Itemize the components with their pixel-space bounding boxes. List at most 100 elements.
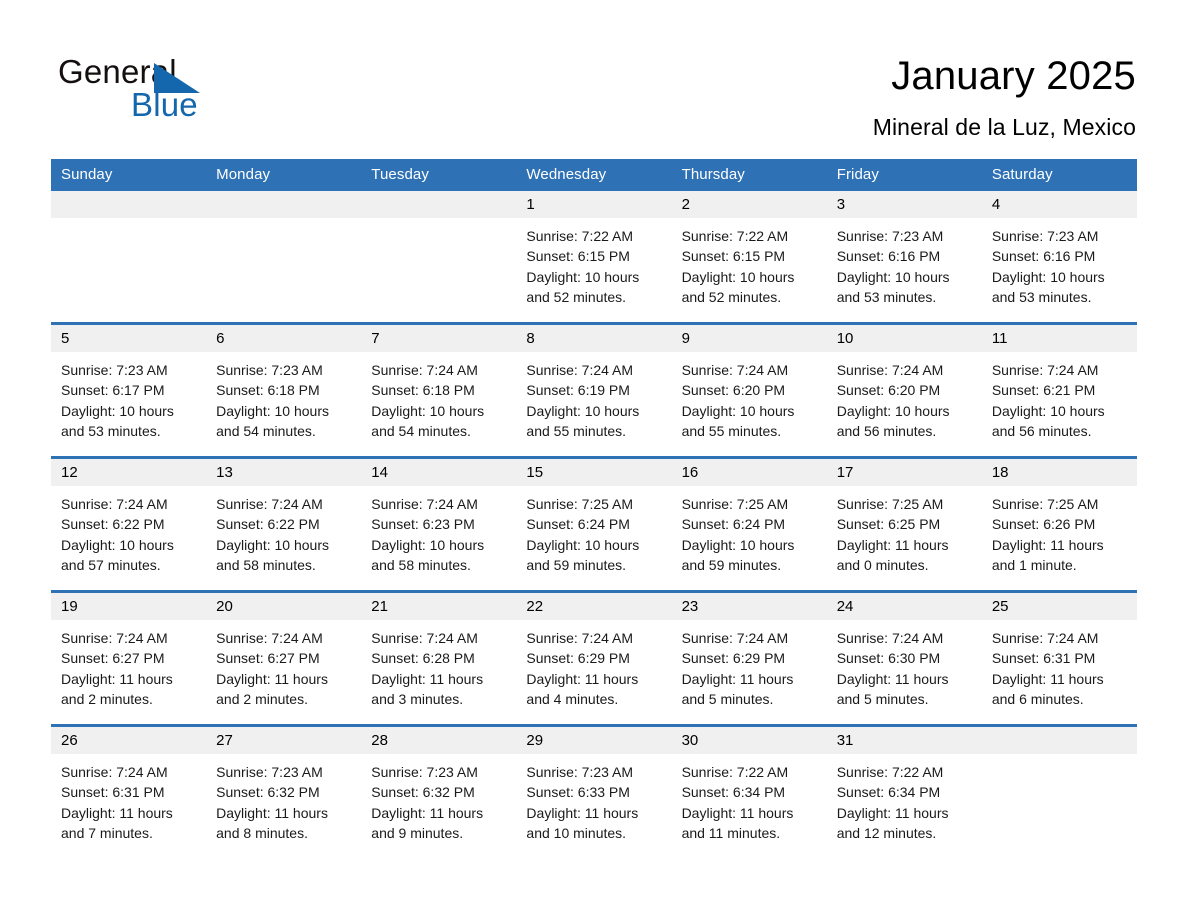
day-cell[interactable]: 3 Sunrise: 7:23 AM Sunset: 6:16 PM Dayli… (826, 191, 982, 324)
sunset-text: Sunset: 6:22 PM (216, 516, 320, 533)
daylight-text-line1: Daylight: 10 hours (216, 402, 329, 419)
sunset-text: Sunset: 6:25 PM (836, 516, 941, 533)
daylight-text-line2: and 12 minutes. (836, 825, 937, 842)
day-cell[interactable] (206, 191, 362, 324)
day-cell[interactable]: 26 Sunrise: 7:24 AM Sunset: 6:31 PM Dayl… (51, 724, 207, 858)
day-number: 8 (516, 325, 672, 352)
title-block: January 2025 Mineral de la Luz, Mexico (873, 50, 1136, 144)
day-cell[interactable] (361, 191, 517, 324)
sunrise-text: Sunrise: 7:24 AM (681, 362, 789, 378)
sunrise-text: Sunrise: 7:23 AM (216, 362, 323, 378)
day-cell[interactable]: 11 Sunrise: 7:24 AM Sunset: 6:21 PM Dayl… (981, 322, 1137, 458)
day-cell[interactable]: 5 Sunrise: 7:23 AM Sunset: 6:17 PM Dayli… (51, 322, 207, 458)
day-cell[interactable]: 28 Sunrise: 7:23 AM Sunset: 6:32 PM Dayl… (361, 724, 517, 858)
day-details: Sunrise: 7:22 AM Sunset: 6:34 PM Dayligh… (672, 754, 827, 844)
sunrise-text: Sunrise: 7:23 AM (991, 228, 1099, 244)
day-details: Sunrise: 7:24 AM Sunset: 6:27 PM Dayligh… (51, 620, 206, 710)
sunset-text: Sunset: 6:28 PM (371, 650, 475, 667)
daylight-text-line2: and 54 minutes. (371, 423, 471, 440)
day-cell[interactable]: 7 Sunrise: 7:24 AM Sunset: 6:18 PM Dayli… (361, 322, 517, 458)
day-cell[interactable]: 21 Sunrise: 7:24 AM Sunset: 6:28 PM Dayl… (361, 590, 517, 726)
daylight-text-line1: Daylight: 11 hours (216, 670, 328, 687)
daylight-text-line2: and 55 minutes. (526, 423, 627, 440)
sunset-text: Sunset: 6:33 PM (526, 784, 630, 801)
daylight-text-line2: and 5 minutes. (681, 691, 774, 708)
day-cell[interactable]: 12 Sunrise: 7:24 AM Sunset: 6:22 PM Dayl… (51, 456, 207, 592)
daylight-text-line1: Daylight: 10 hours (61, 402, 174, 419)
page-header: General Blue January 2025 Mineral de la … (0, 0, 1188, 152)
day-cell[interactable] (981, 724, 1137, 858)
daylight-text-line1: Daylight: 10 hours (681, 268, 795, 285)
sunrise-text: Sunrise: 7:24 AM (991, 630, 1099, 646)
day-cell[interactable]: 4 Sunrise: 7:23 AM Sunset: 6:16 PM Dayli… (981, 191, 1137, 324)
page-subtitle: Mineral de la Luz, Mexico (872, 114, 1136, 140)
day-number: 9 (671, 325, 827, 352)
sunset-text: Sunset: 6:29 PM (526, 650, 630, 667)
day-cell[interactable]: 16 Sunrise: 7:25 AM Sunset: 6:24 PM Dayl… (671, 456, 827, 592)
day-number: 7 (361, 325, 517, 352)
daylight-text-line2: and 4 minutes. (526, 691, 619, 708)
day-cell[interactable]: 27 Sunrise: 7:23 AM Sunset: 6:32 PM Dayl… (206, 724, 362, 858)
day-cell[interactable]: 30 Sunrise: 7:22 AM Sunset: 6:34 PM Dayl… (671, 724, 827, 858)
daylight-text-line2: and 8 minutes. (216, 825, 308, 842)
day-details: Sunrise: 7:24 AM Sunset: 6:18 PM Dayligh… (361, 352, 516, 442)
sunset-text: Sunset: 6:31 PM (61, 784, 165, 801)
sunset-text: Sunset: 6:20 PM (681, 382, 786, 399)
day-cell[interactable]: 31 Sunrise: 7:22 AM Sunset: 6:34 PM Dayl… (826, 724, 982, 858)
daylight-text-line1: Daylight: 10 hours (371, 402, 485, 419)
day-cell[interactable]: 25 Sunrise: 7:24 AM Sunset: 6:31 PM Dayl… (981, 590, 1137, 726)
sunset-text: Sunset: 6:21 PM (991, 382, 1096, 399)
day-details: Sunrise: 7:23 AM Sunset: 6:17 PM Dayligh… (51, 352, 206, 442)
day-number: 11 (981, 325, 1137, 352)
day-cell[interactable]: 24 Sunrise: 7:24 AM Sunset: 6:30 PM Dayl… (826, 590, 982, 726)
day-number: 10 (826, 325, 982, 352)
daylight-text-line2: and 2 minutes. (61, 691, 153, 708)
day-number: 3 (826, 191, 982, 218)
day-cell[interactable]: 22 Sunrise: 7:24 AM Sunset: 6:29 PM Dayl… (516, 590, 672, 726)
day-cell[interactable]: 6 Sunrise: 7:23 AM Sunset: 6:18 PM Dayli… (206, 322, 362, 458)
day-cell[interactable]: 13 Sunrise: 7:24 AM Sunset: 6:22 PM Dayl… (206, 456, 362, 592)
day-cell[interactable]: 29 Sunrise: 7:23 AM Sunset: 6:33 PM Dayl… (516, 724, 672, 858)
day-cell[interactable]: 14 Sunrise: 7:24 AM Sunset: 6:23 PM Dayl… (361, 456, 517, 592)
day-details: Sunrise: 7:24 AM Sunset: 6:30 PM Dayligh… (827, 620, 982, 710)
daylight-text-line2: and 58 minutes. (371, 557, 471, 574)
day-cell[interactable]: 2 Sunrise: 7:22 AM Sunset: 6:15 PM Dayli… (671, 191, 827, 324)
day-cell[interactable]: 19 Sunrise: 7:24 AM Sunset: 6:27 PM Dayl… (51, 590, 207, 726)
day-number: 18 (981, 459, 1137, 486)
sunset-text: Sunset: 6:30 PM (836, 650, 941, 667)
sunset-text: Sunset: 6:16 PM (991, 248, 1096, 265)
daylight-text-line1: Daylight: 10 hours (526, 402, 640, 419)
day-details: Sunrise: 7:23 AM Sunset: 6:16 PM Dayligh… (982, 218, 1137, 308)
sunrise-text: Sunrise: 7:25 AM (526, 496, 634, 512)
day-cell[interactable] (51, 191, 207, 324)
day-cell[interactable]: 1 Sunrise: 7:22 AM Sunset: 6:15 PM Dayli… (516, 191, 672, 324)
sunrise-text: Sunrise: 7:24 AM (681, 630, 789, 646)
day-cell[interactable]: 15 Sunrise: 7:25 AM Sunset: 6:24 PM Dayl… (516, 456, 672, 592)
day-number: 28 (361, 727, 517, 754)
daylight-text-line1: Daylight: 11 hours (991, 670, 1104, 687)
day-number: 21 (361, 593, 517, 620)
daylight-text-line2: and 59 minutes. (526, 557, 627, 574)
generalblue-logo[interactable]: General Blue (58, 52, 318, 126)
day-cell[interactable]: 18 Sunrise: 7:25 AM Sunset: 6:26 PM Dayl… (981, 456, 1137, 592)
day-number: 26 (51, 727, 207, 754)
day-cell[interactable]: 10 Sunrise: 7:24 AM Sunset: 6:20 PM Dayl… (826, 322, 982, 458)
day-details: Sunrise: 7:23 AM Sunset: 6:18 PM Dayligh… (206, 352, 361, 442)
day-cell[interactable]: 9 Sunrise: 7:24 AM Sunset: 6:20 PM Dayli… (671, 322, 827, 458)
daylight-text-line2: and 56 minutes. (836, 423, 937, 440)
day-details: Sunrise: 7:22 AM Sunset: 6:15 PM Dayligh… (672, 218, 827, 308)
day-cell[interactable]: 23 Sunrise: 7:24 AM Sunset: 6:29 PM Dayl… (671, 590, 827, 726)
day-cell[interactable]: 17 Sunrise: 7:25 AM Sunset: 6:25 PM Dayl… (826, 456, 982, 592)
daylight-text-line2: and 58 minutes. (216, 557, 316, 574)
day-cell[interactable]: 8 Sunrise: 7:24 AM Sunset: 6:19 PM Dayli… (516, 322, 672, 458)
sunrise-text: Sunrise: 7:24 AM (836, 630, 944, 646)
day-cell[interactable]: 20 Sunrise: 7:24 AM Sunset: 6:27 PM Dayl… (206, 590, 362, 726)
day-details: Sunrise: 7:24 AM Sunset: 6:27 PM Dayligh… (206, 620, 361, 710)
sunrise-text: Sunrise: 7:24 AM (61, 630, 168, 646)
day-details: Sunrise: 7:23 AM Sunset: 6:32 PM Dayligh… (361, 754, 516, 844)
daylight-text-line1: Daylight: 11 hours (836, 804, 949, 821)
day-details: Sunrise: 7:24 AM Sunset: 6:20 PM Dayligh… (827, 352, 982, 442)
day-number: 25 (981, 593, 1137, 620)
daylight-text-line2: and 5 minutes. (836, 691, 929, 708)
sunrise-text: Sunrise: 7:22 AM (681, 764, 789, 780)
